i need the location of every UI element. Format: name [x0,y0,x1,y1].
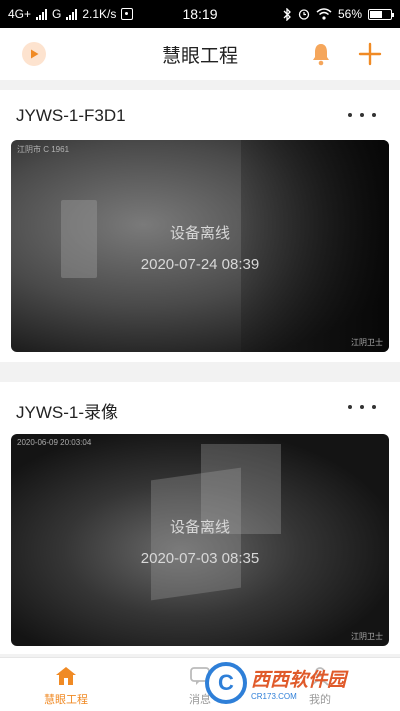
battery-icon [368,8,394,20]
watermark-logo-icon: C [205,662,247,704]
camera-watermark: 江阴卫士 [351,338,383,347]
carrier-label: G [52,7,62,21]
signal-icon-2 [66,8,78,20]
plus-icon[interactable] [357,41,383,67]
device-card[interactable]: JYWS-1-F3D1 江阴市 C 1961 设备离线 2020-07-24 0… [0,90,400,362]
bluetooth-icon [283,7,291,21]
clock: 18:19 [182,6,218,22]
app-header: 慧眼工程 [0,28,400,80]
device-status: 设备离线 [169,225,230,242]
alarm-icon [298,9,310,20]
last-online-time: 2020-07-03 08:35 [140,550,260,567]
play-icon[interactable] [22,42,46,66]
camera-preview[interactable]: 2020-06-09 20:03:04 设备离线 2020-07-03 08:3… [11,434,389,646]
network-type: 4G+ [8,7,32,21]
watermark-brand: 西西软件园 [251,670,347,691]
last-online-time: 2020-07-24 08:39 [140,256,260,273]
site-watermark: C 西西软件园 CR173.COM [205,660,395,706]
watermark-url: CR173.COM [251,692,297,701]
device-status: 设备离线 [169,519,230,536]
page-title: 慧眼工程 [161,45,238,67]
bell-icon[interactable] [309,41,333,67]
tab-label: 慧眼工程 [44,694,88,706]
battery-percent: 56% [337,7,362,21]
network-speed: 2.1K/s [82,7,117,21]
notification-icon [121,8,134,20]
camera-stamp: 江阴市 C 1961 [17,145,70,154]
camera-stamp: 2020-06-09 20:03:04 [17,438,92,447]
device-card[interactable]: JYWS-1-录像 2020-06-09 20:03:04 设备离线 2020-… [0,382,400,654]
status-bar: 4G+ G 2.1K/s 18:19 56% [0,0,400,28]
preview-scene-shadow [241,140,389,352]
device-name: JYWS-1-录像 [16,403,118,422]
tab-home[interactable]: 慧眼工程 [26,664,106,707]
device-name: JYWS-1-F3D1 [16,106,126,125]
camera-watermark: 江阴卫士 [351,632,383,641]
camera-preview[interactable]: 江阴市 C 1961 设备离线 2020-07-24 08:39 江阴卫士 [11,140,389,352]
signal-icon [36,8,48,20]
home-icon [56,667,76,685]
more-options-icon[interactable] [348,106,376,124]
more-options-icon[interactable] [348,398,376,416]
wifi-icon [316,8,332,20]
